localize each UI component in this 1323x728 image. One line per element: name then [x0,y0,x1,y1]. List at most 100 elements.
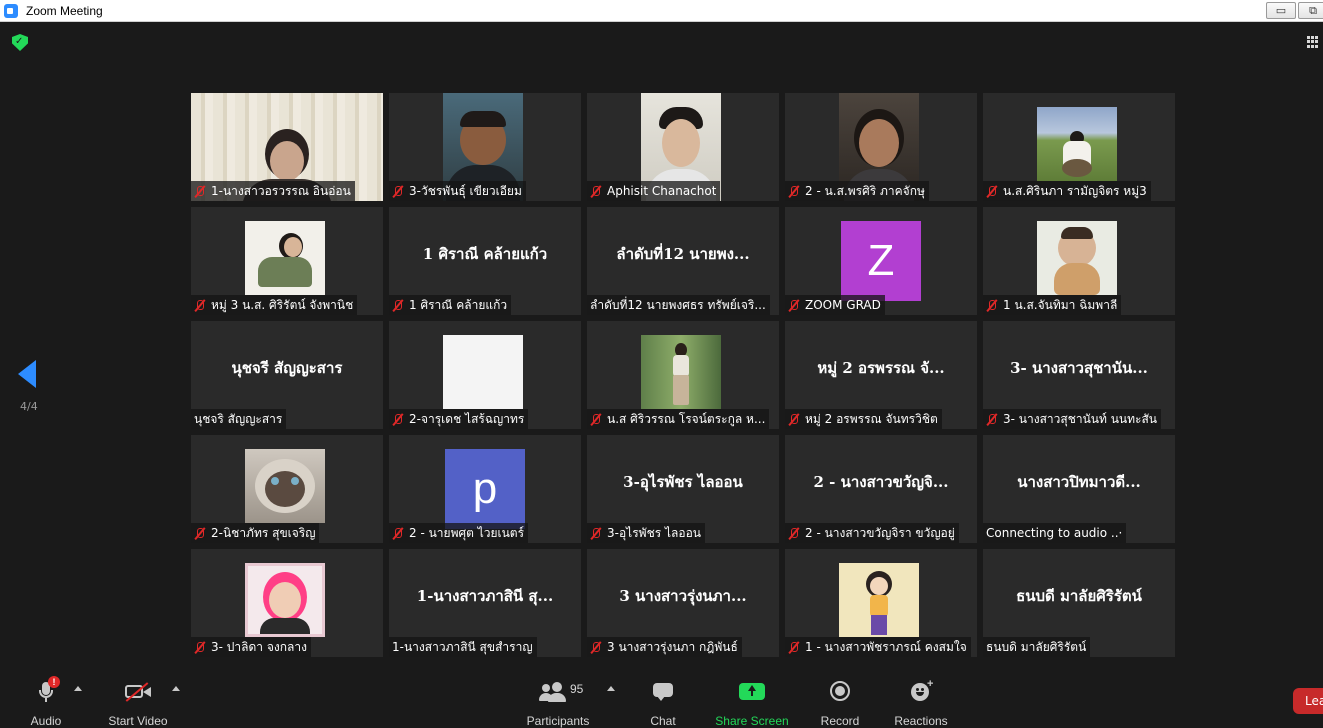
participant-display-name: 3-อุไรพัชร ไลออน [623,473,743,491]
mic-muted-icon [788,527,800,540]
participant-display-name: ลำดับที่12 นายพง... [616,245,750,263]
security-shield-icon[interactable]: ✓ [12,34,28,51]
participant-video [1037,221,1117,295]
participant-video [443,335,523,409]
mic-muted-icon [986,185,998,198]
audio-warning-badge: ! [48,676,60,688]
microphone-icon: ! [33,676,60,704]
chat-label: Chat [650,714,676,728]
participant-avatar: p [445,449,525,529]
reactions-button[interactable]: + Reactions [894,678,948,728]
mic-muted-icon [194,527,206,540]
chat-button[interactable]: Chat [643,678,683,728]
mic-muted-icon [788,413,800,426]
participant-tile[interactable]: หมู่ 2 อรพรรณ จั... หมู่ 2 อรพรรณ จันทรว… [785,321,977,429]
participants-button[interactable]: 95 Participants [524,678,592,728]
participant-tile[interactable]: นางสาวปิทมาวดี... Connecting to audio ..… [983,435,1175,543]
participant-name-tag: 3-อุไรพัชร ไลออน [587,523,705,543]
participant-display-name: 3- นางสาวสุชานัน... [1010,359,1148,377]
share-screen-button[interactable]: Share Screen [714,678,790,728]
participant-tile[interactable]: 3- นางสาวสุชานัน... 3- นางสาวสุชานันท์ น… [983,321,1175,429]
participant-tile[interactable]: น.ส.ศิรินภา รามัญจิตร หมู่3 [983,93,1175,201]
participant-name-tag: 2 - น.ส.พรศิริ ภาคจักษุ [785,181,929,201]
restore-button[interactable]: ⧉ [1298,2,1323,19]
audio-button[interactable]: ! Audio [26,676,66,728]
video-options-caret-icon[interactable] [172,686,180,691]
meeting-toolbar: ! Audio Start Video 95 Participants Chat [0,670,1323,728]
participant-tile[interactable]: 1 น.ส.จันทิมา ฉิมพาลี [983,207,1175,315]
participants-options-caret-icon[interactable] [607,686,615,691]
participant-video [245,449,325,523]
participant-tile[interactable]: น.ส ศิริวรรณ โรจน์ตระกูล ห... [587,321,779,429]
participant-name-tag: 1 น.ส.จันทิมา ฉิมพาลี [983,295,1122,315]
participant-tile[interactable]: Aphisit Chanachot [587,93,779,201]
participant-tile[interactable]: 3-วัชรพันธุ์ เขียวเอียม [389,93,581,201]
participant-name-tag: ธนบดิ มาลัยศิริรัตน์ [983,637,1091,657]
participant-tile[interactable]: 1 - นางสาวพัชราภรณ์ คงสมใจ [785,549,977,657]
participant-tile[interactable]: 2-จารุเดช ไสร้ฉญาทร [389,321,581,429]
record-icon [829,678,851,704]
gallery-grid: 1-นางสาวอรวรรณ อินอ่อน 3-วัชรพันธุ์ เขีย… [191,93,1175,657]
mic-muted-icon [788,185,800,198]
participant-display-name: นุชจรี สัญญะสาร [231,359,343,377]
participants-label: Participants [526,714,590,728]
participant-avatar: Z [841,221,921,301]
participant-display-name: 2 - นางสาวขวัญจิ... [813,473,949,491]
participant-tile[interactable]: p 2 - นายพศุต ไวยเนตร์ [389,435,581,543]
participant-tile[interactable]: Z ZOOM GRAD [785,207,977,315]
participant-display-name: หมู่ 2 อรพรรณ จั... [817,359,945,377]
participant-tile[interactable]: 1-นางสาวภาสินี สุ... 1-นางสาวภาสินี สุขส… [389,549,581,657]
mic-muted-icon [194,185,206,198]
participant-tile[interactable]: 1-นางสาวอรวรรณ อินอ่อน [191,93,383,201]
window-title: Zoom Meeting [26,3,103,18]
video-camera-muted-icon [123,678,153,704]
participant-name-tag: 3 นางสาวรุ่งนภา กฎิพันธ์ [587,637,742,657]
mic-muted-icon [392,185,404,198]
participant-name-tag: ZOOM GRAD [785,295,885,315]
participant-name-tag: Aphisit Chanachot [587,181,721,201]
mic-muted-icon [590,641,602,654]
participant-tile[interactable]: 3-อุไรพัชร ไลออน 3-อุไรพัชร ไลออน [587,435,779,543]
previous-page-arrow-icon[interactable] [18,360,36,388]
participant-tile[interactable]: 3 นางสาวรุ่งนภา... 3 นางสาวรุ่งนภา กฎิพั… [587,549,779,657]
participant-tile[interactable]: 2 - นางสาวขวัญจิ... 2 - นางสาวขวัญจิรา ข… [785,435,977,543]
meeting-topbar: ✓ [0,22,1323,62]
start-video-button[interactable]: Start Video [104,678,172,728]
reactions-label: Reactions [894,714,948,728]
reactions-smiley-icon: + [909,678,933,704]
audio-options-caret-icon[interactable] [74,686,82,691]
participant-name-tag: 3-วัชรพันธุ์ เขียวเอียม [389,181,526,201]
participant-name-tag: 1 ศิราณี คล้ายแก้ว [389,295,512,315]
participant-video [839,563,919,637]
mic-muted-icon [194,641,206,654]
start-video-label: Start Video [108,714,168,728]
mic-muted-icon [986,299,998,312]
participant-name-tag: น.ส ศิริวรรณ โรจน์ตระกูล ห... [587,409,770,429]
participants-icon: 95 [528,678,588,704]
participant-video [245,221,325,295]
participant-tile[interactable]: 3- ปาลิดา จงกลาง [191,549,383,657]
participant-name-tag: 2-จารุเดช ไสร้ฉญาทร [389,409,529,429]
participant-tile[interactable]: ธนบดี มาลัยศิริรัตน์ ธนบดิ มาลัยศิริรัตน… [983,549,1175,657]
leave-button[interactable]: Lea [1293,688,1323,714]
participant-tile[interactable]: หมู่ 3 น.ส. ศิริรัตน์ จังพานิช [191,207,383,315]
mic-muted-icon [788,299,800,312]
participant-name-tag: 3- ปาลิดา จงกลาง [191,637,311,657]
window-titlebar: Zoom Meeting ▭ ⧉ [0,0,1323,22]
participant-tile[interactable]: 2-นิชาภัทร สุขเจริญ [191,435,383,543]
participant-video [1037,107,1117,181]
participant-name-tag: Connecting to audio ..· [983,523,1127,543]
participant-name-tag: นุชจริ สัญญะสาร [191,409,287,429]
record-button[interactable]: Record [818,678,862,728]
minimize-button[interactable]: ▭ [1266,2,1296,19]
participant-tile[interactable]: นุชจรี สัญญะสาร นุชจริ สัญญะสาร [191,321,383,429]
participant-video [245,563,325,637]
participant-name-tag: 1-นางสาวอรวรรณ อินอ่อน [191,181,355,201]
participant-display-name: 1-นางสาวภาสินี สุ... [416,587,554,605]
participant-tile[interactable]: 1 ศิราณี คล้ายแก้ว 1 ศิราณี คล้ายแก้ว [389,207,581,315]
participant-tile[interactable]: ลำดับที่12 นายพง... ลำดับที่12 นายพงศธร … [587,207,779,315]
gallery-view-icon[interactable] [1307,36,1319,48]
share-screen-icon [739,678,765,704]
participant-name-tag: 3- นางสาวสุชานันท์ นนทะสัน [983,409,1162,429]
participant-tile[interactable]: 2 - น.ส.พรศิริ ภาคจักษุ [785,93,977,201]
